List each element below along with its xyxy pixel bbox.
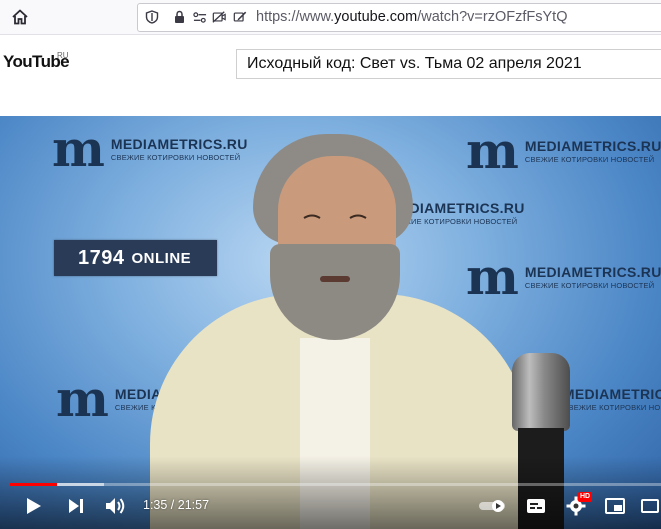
microphone-head [512, 353, 570, 431]
url-host: youtube.com [334, 9, 418, 25]
watermark-brand: MEDIAMETRICS.RU [524, 264, 661, 280]
watermark-logo: m [466, 121, 519, 180]
home-icon[interactable] [9, 6, 31, 28]
watermark-mid-right: m MEDIAMETRICS.RU СВЕЖИЕ КОТИРОВКИ НОВОСТ… [466, 252, 661, 302]
next-icon [69, 499, 83, 513]
watermark-tagline: СВЕЖИЕ КОТИРОВКИ НОВОСТЕЙ [562, 403, 661, 412]
miniplayer-button[interactable] [604, 494, 626, 518]
theater-icon [641, 499, 659, 513]
browser-toolbar: https://www.youtube.com/watch?v=rzOFzfFs… [0, 0, 661, 35]
search-input[interactable] [237, 50, 661, 78]
logo-region: RU [57, 51, 69, 60]
speaker-mouth [320, 276, 350, 282]
watermark-logo: m [56, 369, 109, 428]
time-display: 1:35 / 21:57 [143, 498, 210, 512]
miniplayer-icon [605, 498, 625, 514]
speaker-eyes [303, 214, 367, 219]
subtitles-icon [527, 499, 545, 513]
progress-bar[interactable] [10, 483, 661, 486]
play-button[interactable] [24, 494, 44, 518]
play-icon [27, 498, 41, 514]
theater-button[interactable] [640, 494, 660, 518]
watermark-top-left: m MEDIAMETRICS.RU СВЕЖИЕ КОТИРОВКИ НОВОСТ… [52, 124, 248, 174]
played-bar [10, 483, 57, 486]
online-label: ONLINE [131, 249, 192, 267]
watermark-brand: MEDIAMETRICS.RU [562, 386, 661, 402]
watermark-brand: MEDIAMETRICS.RU [110, 136, 248, 152]
watermark-logo: m [466, 247, 519, 306]
controls-gradient [0, 456, 661, 529]
autoplay-toggle-icon [479, 500, 505, 512]
online-counter-banner: 1794 ONLINE [54, 240, 217, 276]
watermark-tagline: СВЕЖИЕ КОТИРОВКИ НОВОСТЕЙ [524, 155, 655, 164]
watermark-logo: m [52, 119, 105, 178]
online-count: 1794 [78, 246, 125, 269]
camera-blocked-icon[interactable] [212, 10, 226, 24]
shield-icon[interactable] [145, 10, 159, 24]
edit-icon[interactable] [233, 10, 247, 24]
lock-icon[interactable] [172, 10, 186, 24]
watermark-tagline: СВЕЖИЕ КОТИРОВКИ НОВОСТЕЙ [110, 153, 241, 162]
volume-icon [106, 498, 125, 514]
url-text[interactable]: https://www.youtube.com/watch?v=rzOFzfFs… [256, 9, 567, 25]
subtitles-button[interactable] [525, 494, 547, 518]
url-bar[interactable]: https://www.youtube.com/watch?v=rzOFzfFs… [137, 3, 661, 32]
watermark-brand: MEDIAMETRICS.RU [524, 138, 661, 154]
next-button[interactable] [66, 494, 86, 518]
youtube-logo[interactable]: YouTube RU [3, 51, 70, 72]
url-path: /watch?v=rzOFzfFsYtQ [417, 9, 568, 25]
watermark-top-right: m MEDIAMETRICS.RU СВЕЖИЕ КОТИРОВКИ НОВОСТ… [466, 126, 661, 176]
search-box[interactable] [236, 49, 661, 79]
url-prefix: https://www. [256, 9, 335, 25]
watermark-tagline: СВЕЖИЕ КОТИРОВКИ НОВОСТЕЙ [524, 281, 655, 290]
volume-button[interactable] [104, 494, 128, 518]
autoplay-toggle[interactable] [478, 494, 508, 518]
permissions-icon[interactable] [193, 10, 207, 24]
hd-badge: HD [578, 492, 593, 502]
